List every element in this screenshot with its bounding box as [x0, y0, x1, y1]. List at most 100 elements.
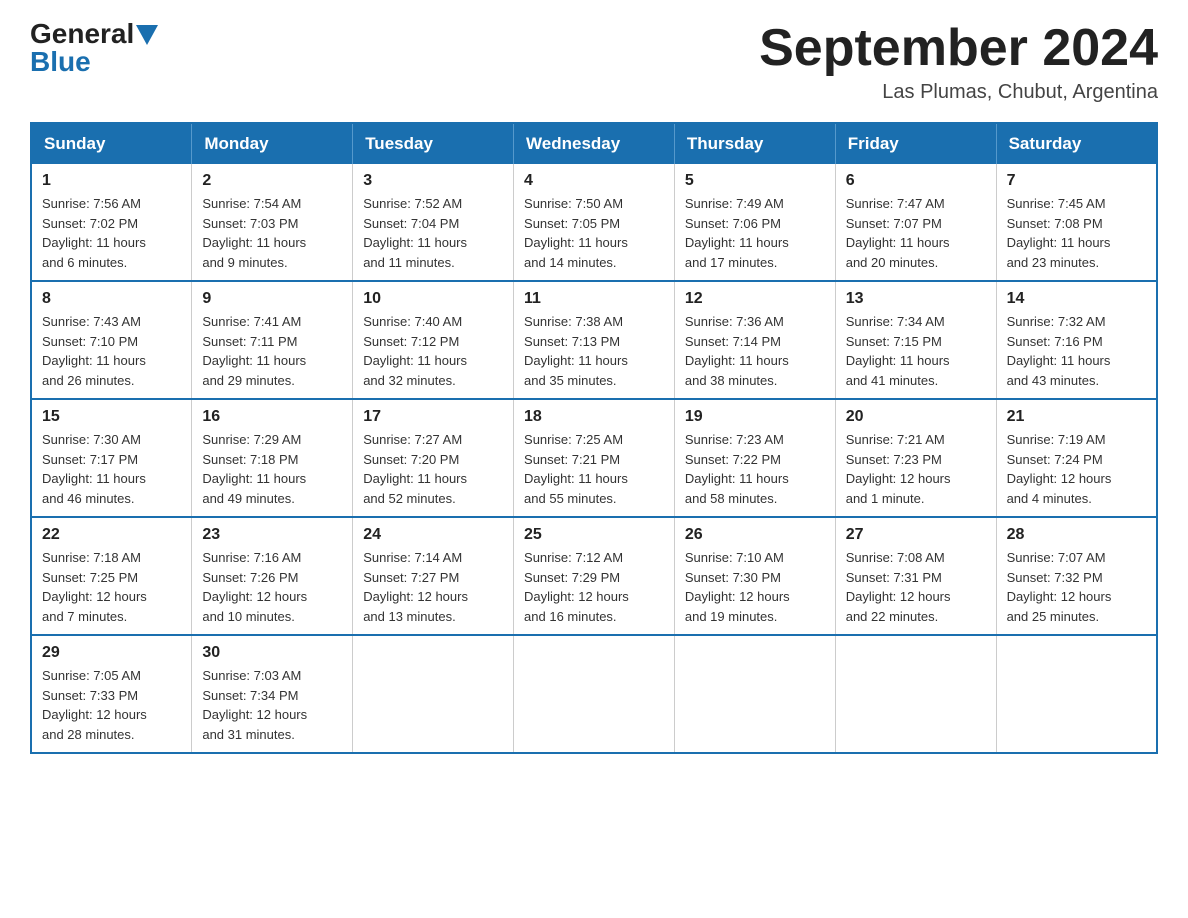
day-number: 9: [202, 290, 342, 308]
day-info: Sunrise: 7:41 AMSunset: 7:11 PMDaylight:…: [202, 312, 342, 390]
calendar-week-row: 22 Sunrise: 7:18 AMSunset: 7:25 PMDayligh…: [31, 517, 1157, 635]
day-info: Sunrise: 7:12 AMSunset: 7:29 PMDaylight:…: [524, 548, 664, 626]
calendar-cell: 13 Sunrise: 7:34 AMSunset: 7:15 PMDayligh…: [835, 281, 996, 399]
calendar-cell: 27Sunrise: 7:08 AMSunset: 7:31 PMDayligh…: [835, 517, 996, 635]
day-info: Sunrise: 7:25 AMSunset: 7:21 PMDaylight:…: [524, 430, 664, 508]
day-number: 11: [524, 290, 664, 308]
day-info: Sunrise: 7:30 AMSunset: 7:17 PMDaylight:…: [42, 430, 181, 508]
day-info: Sunrise: 7:38 AMSunset: 7:13 PMDaylight:…: [524, 312, 664, 390]
day-number: 13: [846, 290, 986, 308]
day-info: Sunrise: 7:50 AMSunset: 7:05 PMDaylight:…: [524, 194, 664, 272]
logo-general-text: General: [30, 20, 134, 48]
day-info: Sunrise: 7:07 AMSunset: 7:32 PMDaylight:…: [1007, 548, 1146, 626]
day-info: Sunrise: 7:16 AMSunset: 7:26 PMDaylight:…: [202, 548, 342, 626]
calendar-cell: 26 Sunrise: 7:10 AMSunset: 7:30 PMDayligh…: [674, 517, 835, 635]
day-info: Sunrise: 7:27 AMSunset: 7:20 PMDaylight:…: [363, 430, 503, 508]
calendar-cell: 4 Sunrise: 7:50 AMSunset: 7:05 PMDaylight…: [514, 164, 675, 281]
day-number: 5: [685, 172, 825, 190]
calendar-cell: 6 Sunrise: 7:47 AMSunset: 7:07 PMDaylight…: [835, 164, 996, 281]
header-wednesday: Wednesday: [514, 123, 675, 164]
day-number: 6: [846, 172, 986, 190]
day-number: 20: [846, 408, 986, 426]
calendar-week-row: 29 Sunrise: 7:05 AMSunset: 7:33 PMDayligh…: [31, 635, 1157, 753]
logo-triangle-icon: [136, 25, 158, 45]
calendar-cell: 11 Sunrise: 7:38 AMSunset: 7:13 PMDayligh…: [514, 281, 675, 399]
calendar-cell: 17 Sunrise: 7:27 AMSunset: 7:20 PMDayligh…: [353, 399, 514, 517]
calendar-cell: [674, 635, 835, 753]
day-number: 29: [42, 644, 181, 662]
month-title: September 2024: [759, 20, 1158, 77]
logo-blue-text: Blue: [30, 48, 91, 76]
logo: General Blue: [30, 20, 158, 76]
day-info: Sunrise: 7:45 AMSunset: 7:08 PMDaylight:…: [1007, 194, 1146, 272]
day-info: Sunrise: 7:19 AMSunset: 7:24 PMDaylight:…: [1007, 430, 1146, 508]
day-number: 8: [42, 290, 181, 308]
calendar-cell: 12Sunrise: 7:36 AMSunset: 7:14 PMDayligh…: [674, 281, 835, 399]
day-info: Sunrise: 7:49 AMSunset: 7:06 PMDaylight:…: [685, 194, 825, 272]
day-info: Sunrise: 7:40 AMSunset: 7:12 PMDaylight:…: [363, 312, 503, 390]
day-info: Sunrise: 7:32 AMSunset: 7:16 PMDaylight:…: [1007, 312, 1146, 390]
day-number: 26: [685, 526, 825, 544]
day-number: 18: [524, 408, 664, 426]
day-number: 24: [363, 526, 503, 544]
day-number: 2: [202, 172, 342, 190]
day-number: 23: [202, 526, 342, 544]
day-number: 10: [363, 290, 503, 308]
day-number: 4: [524, 172, 664, 190]
day-info: Sunrise: 7:21 AMSunset: 7:23 PMDaylight:…: [846, 430, 986, 508]
calendar-cell: 18 Sunrise: 7:25 AMSunset: 7:21 PMDayligh…: [514, 399, 675, 517]
page-header: General Blue September 2024 Las Plumas, …: [30, 20, 1158, 104]
day-number: 30: [202, 644, 342, 662]
calendar-cell: 25 Sunrise: 7:12 AMSunset: 7:29 PMDayligh…: [514, 517, 675, 635]
day-number: 21: [1007, 408, 1146, 426]
calendar-cell: [996, 635, 1157, 753]
calendar-cell: 29 Sunrise: 7:05 AMSunset: 7:33 PMDayligh…: [31, 635, 192, 753]
calendar-cell: 28Sunrise: 7:07 AMSunset: 7:32 PMDayligh…: [996, 517, 1157, 635]
day-number: 25: [524, 526, 664, 544]
day-info: Sunrise: 7:14 AMSunset: 7:27 PMDaylight:…: [363, 548, 503, 626]
calendar-cell: 15 Sunrise: 7:30 AMSunset: 7:17 PMDayligh…: [31, 399, 192, 517]
calendar-cell: 14Sunrise: 7:32 AMSunset: 7:16 PMDayligh…: [996, 281, 1157, 399]
calendar-cell: 23 Sunrise: 7:16 AMSunset: 7:26 PMDayligh…: [192, 517, 353, 635]
header-thursday: Thursday: [674, 123, 835, 164]
calendar-cell: 1Sunrise: 7:56 AMSunset: 7:02 PMDaylight…: [31, 164, 192, 281]
day-info: Sunrise: 7:36 AMSunset: 7:14 PMDaylight:…: [685, 312, 825, 390]
day-info: Sunrise: 7:18 AMSunset: 7:25 PMDaylight:…: [42, 548, 181, 626]
calendar-week-row: 1Sunrise: 7:56 AMSunset: 7:02 PMDaylight…: [31, 164, 1157, 281]
calendar-cell: 21 Sunrise: 7:19 AMSunset: 7:24 PMDayligh…: [996, 399, 1157, 517]
calendar-cell: 19Sunrise: 7:23 AMSunset: 7:22 PMDayligh…: [674, 399, 835, 517]
calendar-cell: [514, 635, 675, 753]
day-info: Sunrise: 7:10 AMSunset: 7:30 PMDaylight:…: [685, 548, 825, 626]
day-info: Sunrise: 7:34 AMSunset: 7:15 PMDaylight:…: [846, 312, 986, 390]
calendar-table: SundayMondayTuesdayWednesdayThursdayFrid…: [30, 122, 1158, 754]
day-number: 27: [846, 526, 986, 544]
day-info: Sunrise: 7:23 AMSunset: 7:22 PMDaylight:…: [685, 430, 825, 508]
location-text: Las Plumas, Chubut, Argentina: [759, 81, 1158, 104]
day-number: 22: [42, 526, 181, 544]
header-sunday: Sunday: [31, 123, 192, 164]
day-number: 16: [202, 408, 342, 426]
header-monday: Monday: [192, 123, 353, 164]
header-saturday: Saturday: [996, 123, 1157, 164]
day-number: 15: [42, 408, 181, 426]
calendar-cell: 22 Sunrise: 7:18 AMSunset: 7:25 PMDayligh…: [31, 517, 192, 635]
day-info: Sunrise: 7:54 AMSunset: 7:03 PMDaylight:…: [202, 194, 342, 272]
calendar-cell: 30 Sunrise: 7:03 AMSunset: 7:34 PMDayligh…: [192, 635, 353, 753]
day-number: 7: [1007, 172, 1146, 190]
calendar-cell: 8 Sunrise: 7:43 AMSunset: 7:10 PMDaylight…: [31, 281, 192, 399]
day-number: 3: [363, 172, 503, 190]
calendar-header-row: SundayMondayTuesdayWednesdayThursdayFrid…: [31, 123, 1157, 164]
title-section: September 2024 Las Plumas, Chubut, Argen…: [759, 20, 1158, 104]
day-info: Sunrise: 7:52 AMSunset: 7:04 PMDaylight:…: [363, 194, 503, 272]
calendar-cell: 20 Sunrise: 7:21 AMSunset: 7:23 PMDayligh…: [835, 399, 996, 517]
calendar-cell: 2 Sunrise: 7:54 AMSunset: 7:03 PMDaylight…: [192, 164, 353, 281]
day-info: Sunrise: 7:03 AMSunset: 7:34 PMDaylight:…: [202, 666, 342, 744]
calendar-cell: 24 Sunrise: 7:14 AMSunset: 7:27 PMDayligh…: [353, 517, 514, 635]
day-number: 1: [42, 172, 181, 190]
calendar-cell: 16Sunrise: 7:29 AMSunset: 7:18 PMDayligh…: [192, 399, 353, 517]
day-info: Sunrise: 7:43 AMSunset: 7:10 PMDaylight:…: [42, 312, 181, 390]
day-info: Sunrise: 7:05 AMSunset: 7:33 PMDaylight:…: [42, 666, 181, 744]
day-number: 17: [363, 408, 503, 426]
calendar-cell: 7 Sunrise: 7:45 AMSunset: 7:08 PMDaylight…: [996, 164, 1157, 281]
day-info: Sunrise: 7:47 AMSunset: 7:07 PMDaylight:…: [846, 194, 986, 272]
